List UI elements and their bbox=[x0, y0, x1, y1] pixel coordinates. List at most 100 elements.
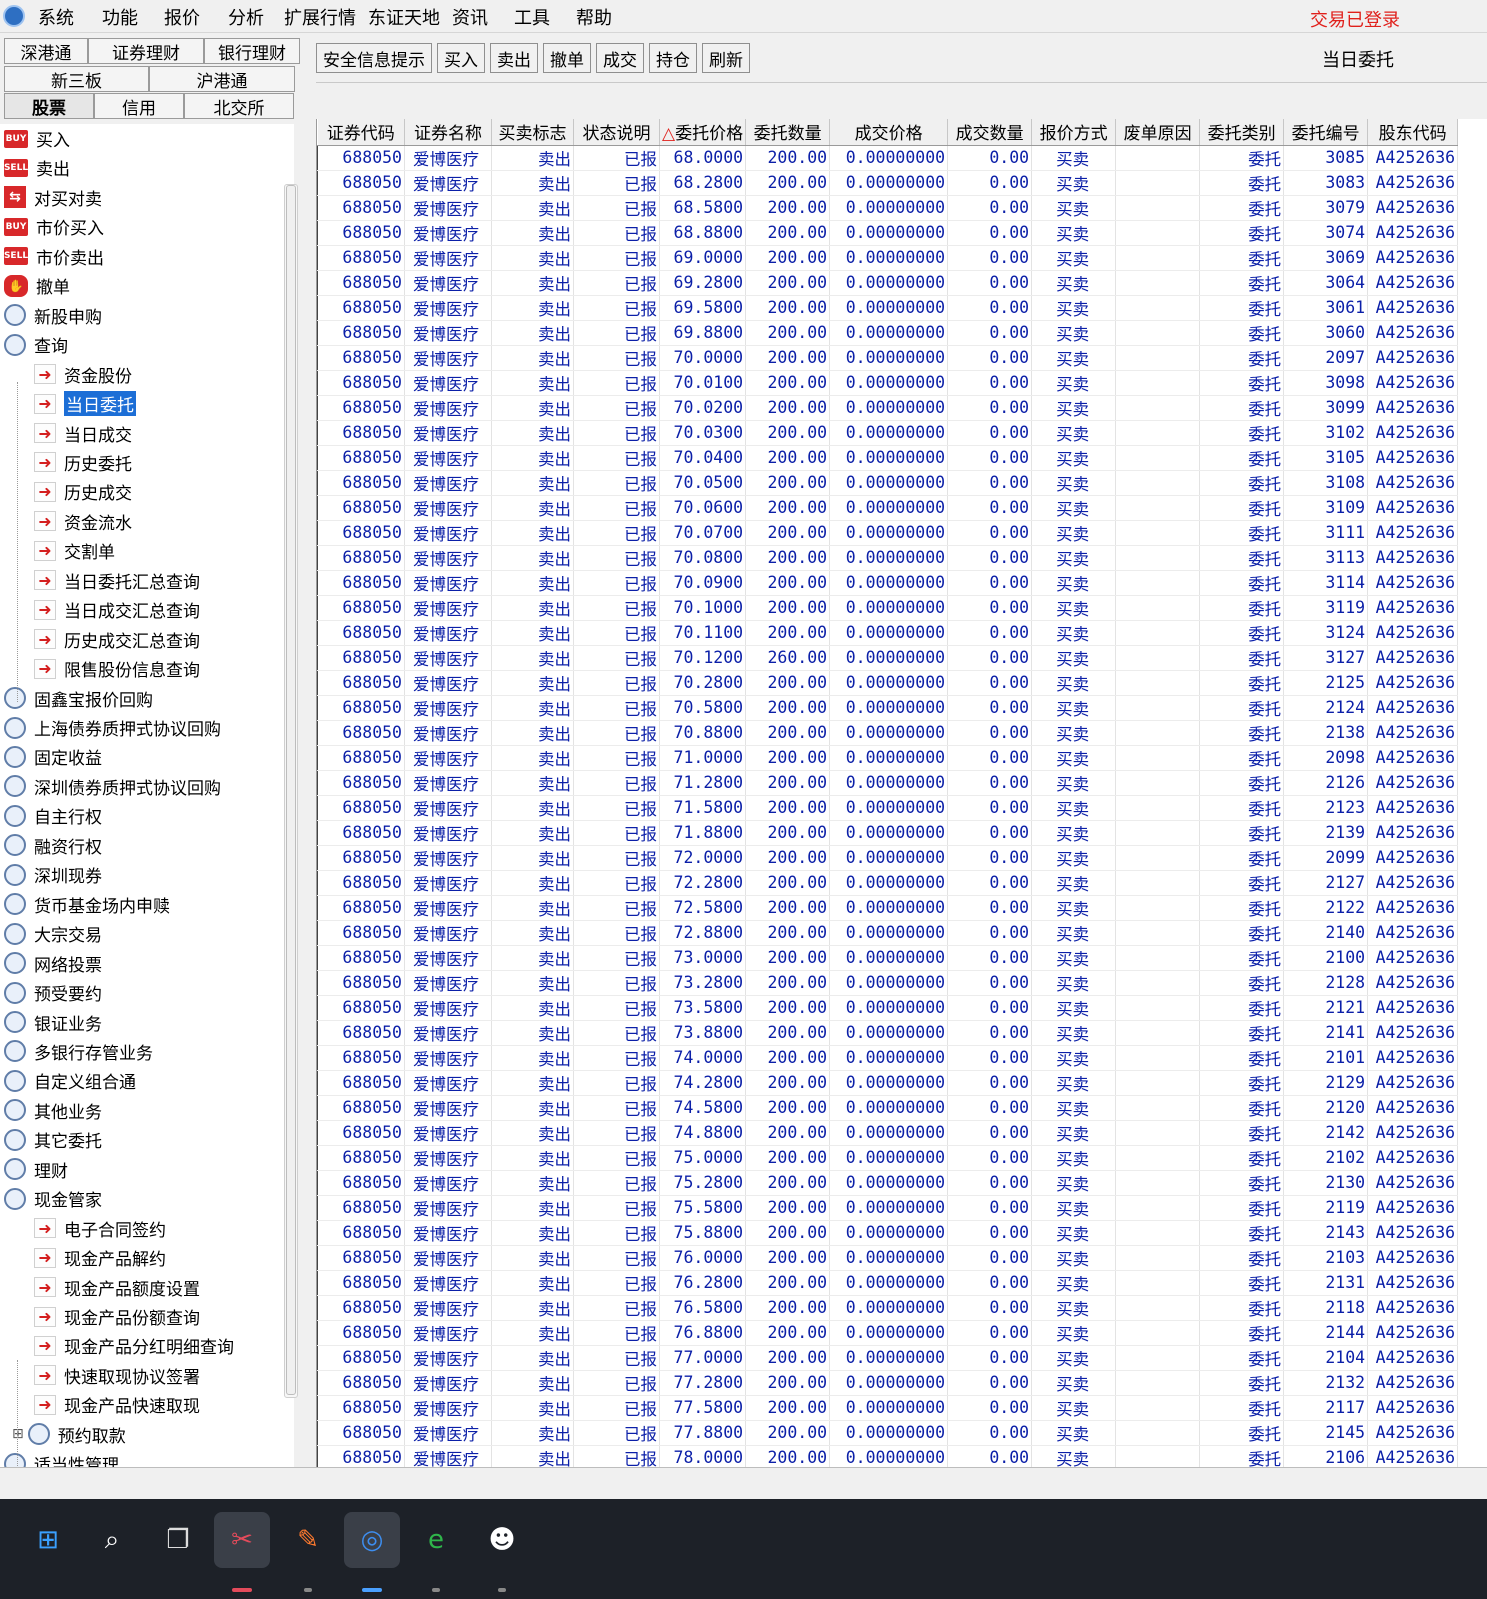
table-row[interactable]: 688050 爱博医疗 卖出 已报 73.8800 200.00 0.00000000 0.0… bbox=[317, 1020, 1459, 1046]
tree-item[interactable]: 上海债券质押式协议回购 bbox=[4, 713, 221, 742]
table-row[interactable]: 688050 爱博医疗 卖出 已报 68.2800 200.00 0.00000000 0.0… bbox=[317, 170, 1459, 196]
tab-row2-1[interactable]: 沪港通 bbox=[149, 66, 295, 92]
column-header[interactable]: 委托类别 bbox=[1199, 119, 1285, 146]
tree-item[interactable]: ➜ 快速取现协议签署 bbox=[34, 1361, 200, 1390]
tree-item[interactable]: ⊞ 预约取款 bbox=[12, 1420, 126, 1449]
table-row[interactable]: 688050 爱博医疗 卖出 已报 70.1200 260.00 0.00000000 0.0… bbox=[317, 645, 1459, 671]
column-header[interactable]: 废单原因 bbox=[1115, 119, 1201, 146]
tree-item[interactable]: ➜ 限售股份信息查询 bbox=[34, 654, 200, 683]
table-row[interactable]: 688050 爱博医疗 卖出 已报 75.2800 200.00 0.00000000 0.0… bbox=[317, 1170, 1459, 1196]
menu-item[interactable]: 扩展行情 bbox=[284, 4, 368, 30]
tree-item[interactable]: 多银行存管业务 bbox=[4, 1037, 153, 1066]
tree-item[interactable]: ➜ 现金产品份额查询 bbox=[34, 1302, 200, 1331]
table-row[interactable]: 688050 爱博医疗 卖出 已报 70.0200 200.00 0.00000000 0.0… bbox=[317, 395, 1459, 421]
tree-item[interactable]: 深圳债券质押式协议回购 bbox=[4, 772, 221, 801]
column-header[interactable]: 委托编号 bbox=[1283, 119, 1369, 146]
table-row[interactable]: 688050 爱博医疗 卖出 已报 70.0500 200.00 0.00000000 0.0… bbox=[317, 470, 1459, 496]
column-header[interactable]: 证券代码 bbox=[317, 119, 405, 146]
toolbar-button[interactable]: 刷新 bbox=[702, 43, 750, 73]
tree-item[interactable]: 其他业务 bbox=[4, 1096, 102, 1125]
tab-row1-2[interactable]: 银行理财 bbox=[204, 38, 300, 64]
tree-item[interactable]: 现金管家 bbox=[4, 1184, 102, 1213]
feather-app-icon[interactable]: ✎ bbox=[280, 1512, 336, 1568]
tree-scrollbar[interactable] bbox=[284, 184, 298, 1398]
tree-item[interactable]: ➜ 当日成交 bbox=[34, 419, 132, 448]
table-row[interactable]: 688050 爱博医疗 卖出 已报 68.8800 200.00 0.00000000 0.0… bbox=[317, 220, 1459, 246]
table-row[interactable]: 688050 爱博医疗 卖出 已报 69.8800 200.00 0.00000000 0.0… bbox=[317, 320, 1459, 346]
tree-item[interactable]: ➜ 历史委托 bbox=[34, 448, 132, 477]
table-row[interactable]: 688050 爱博医疗 卖出 已报 75.0000 200.00 0.00000000 0.0… bbox=[317, 1145, 1459, 1171]
table-row[interactable]: 688050 爱博医疗 卖出 已报 70.0600 200.00 0.00000000 0.0… bbox=[317, 495, 1459, 521]
tree-item[interactable]: ➜ 资金流水 bbox=[34, 507, 132, 536]
table-row[interactable]: 688050 爱博医疗 卖出 已报 70.0800 200.00 0.00000000 0.0… bbox=[317, 545, 1459, 571]
menu-item[interactable]: 功能 bbox=[102, 4, 164, 30]
tree-item[interactable]: SELL 卖出 bbox=[4, 153, 70, 182]
menu-item[interactable]: 资讯 bbox=[452, 4, 514, 30]
table-row[interactable]: 688050 爱博医疗 卖出 已报 70.0900 200.00 0.00000000 0.0… bbox=[317, 570, 1459, 596]
tree-item[interactable]: ➜ 历史成交 bbox=[34, 477, 132, 506]
tree-item[interactable]: ➜ 电子合同签约 bbox=[34, 1214, 166, 1243]
table-row[interactable]: 688050 爱博医疗 卖出 已报 78.0000 200.00 0.00000000 0.0… bbox=[317, 1445, 1459, 1467]
table-row[interactable]: 688050 爱博医疗 卖出 已报 68.0000 200.00 0.00000000 0.0… bbox=[317, 145, 1459, 171]
windows-start-icon[interactable]: ⊞ bbox=[20, 1512, 76, 1568]
tree-item[interactable]: ✋ 撤单 bbox=[4, 271, 70, 300]
tree-item[interactable]: 新股申购 bbox=[4, 301, 102, 330]
table-row[interactable]: 688050 爱博医疗 卖出 已报 71.0000 200.00 0.00000000 0.0… bbox=[317, 745, 1459, 771]
table-row[interactable]: 688050 爱博医疗 卖出 已报 69.0000 200.00 0.00000000 0.0… bbox=[317, 245, 1459, 271]
table-row[interactable]: 688050 爱博医疗 卖出 已报 77.5800 200.00 0.00000000 0.0… bbox=[317, 1395, 1459, 1421]
browser-icon[interactable]: e bbox=[408, 1512, 464, 1568]
tree-item[interactable]: ⇆ 对买对卖 bbox=[4, 183, 102, 212]
tree-item[interactable]: 理财 bbox=[4, 1155, 68, 1184]
tab-row2-0[interactable]: 新三板 bbox=[4, 66, 149, 92]
table-row[interactable]: 688050 爱博医疗 卖出 已报 75.5800 200.00 0.00000000 0.0… bbox=[317, 1195, 1459, 1221]
table-row[interactable]: 688050 爱博医疗 卖出 已报 73.2800 200.00 0.00000000 0.0… bbox=[317, 970, 1459, 996]
column-header[interactable]: 证券名称 bbox=[404, 119, 492, 146]
menu-item[interactable]: 工具 bbox=[514, 4, 576, 30]
table-row[interactable]: 688050 爱博医疗 卖出 已报 70.1100 200.00 0.00000000 0.0… bbox=[317, 620, 1459, 646]
column-header[interactable]: △委托价格 bbox=[659, 119, 747, 146]
tree-item[interactable]: ➜ 现金产品分红明细查询 bbox=[34, 1331, 234, 1360]
table-row[interactable]: 688050 爱博医疗 卖出 已报 76.5800 200.00 0.00000000 0.0… bbox=[317, 1295, 1459, 1321]
table-row[interactable]: 688050 爱博医疗 卖出 已报 73.0000 200.00 0.00000000 0.0… bbox=[317, 945, 1459, 971]
table-row[interactable]: 688050 爱博医疗 卖出 已报 71.5800 200.00 0.00000000 0.0… bbox=[317, 795, 1459, 821]
tree-item[interactable]: 预受要约 bbox=[4, 978, 102, 1007]
tree-item[interactable]: SELL 市价卖出 bbox=[4, 242, 104, 271]
tree-item[interactable]: ➜ 历史成交汇总查询 bbox=[34, 625, 200, 654]
tree-item[interactable]: ➜ 当日成交汇总查询 bbox=[34, 595, 200, 624]
tree-item[interactable]: 网络投票 bbox=[4, 949, 102, 978]
tree-item[interactable]: ➜ 现金产品额度设置 bbox=[34, 1273, 200, 1302]
app-logo-icon[interactable] bbox=[3, 5, 25, 27]
table-row[interactable]: 688050 爱博医疗 卖出 已报 76.2800 200.00 0.00000000 0.0… bbox=[317, 1270, 1459, 1296]
toolbar-button[interactable]: 成交 bbox=[596, 43, 644, 73]
menu-item[interactable]: 东证天地 bbox=[368, 4, 452, 30]
tree-item[interactable]: ➜ 资金股份 bbox=[34, 360, 132, 389]
table-row[interactable]: 688050 爱博医疗 卖出 已报 71.2800 200.00 0.00000000 0.0… bbox=[317, 770, 1459, 796]
tree-item[interactable]: 银证业务 bbox=[4, 1008, 102, 1037]
table-row[interactable]: 688050 爱博医疗 卖出 已报 72.5800 200.00 0.00000000 0.0… bbox=[317, 895, 1459, 921]
table-row[interactable]: 688050 爱博医疗 卖出 已报 70.0700 200.00 0.00000000 0.0… bbox=[317, 520, 1459, 546]
search-icon[interactable]: ⌕ bbox=[84, 1512, 140, 1568]
column-header[interactable]: 状态说明 bbox=[573, 119, 660, 146]
table-row[interactable]: 688050 爱博医疗 卖出 已报 69.5800 200.00 0.00000000 0.0… bbox=[317, 295, 1459, 321]
table-row[interactable]: 688050 爱博医疗 卖出 已报 68.5800 200.00 0.00000000 0.0… bbox=[317, 195, 1459, 221]
tree-item[interactable]: BUY 买入 bbox=[4, 124, 70, 153]
table-row[interactable]: 688050 爱博医疗 卖出 已报 70.1000 200.00 0.00000000 0.0… bbox=[317, 595, 1459, 621]
tree-item[interactable]: 查询 bbox=[4, 330, 68, 359]
column-header[interactable]: 成交数量 bbox=[947, 119, 1033, 146]
column-header[interactable]: 委托数量 bbox=[745, 119, 831, 146]
column-header[interactable]: 股东代码 bbox=[1367, 119, 1459, 146]
column-header[interactable]: 买卖标志 bbox=[491, 119, 574, 146]
table-row[interactable]: 688050 爱博医疗 卖出 已报 73.5800 200.00 0.00000000 0.0… bbox=[317, 995, 1459, 1021]
table-row[interactable]: 688050 爱博医疗 卖出 已报 76.8800 200.00 0.00000000 0.0… bbox=[317, 1320, 1459, 1346]
table-row[interactable]: 688050 爱博医疗 卖出 已报 77.8800 200.00 0.00000000 0.0… bbox=[317, 1420, 1459, 1446]
qq-icon[interactable]: ☻ bbox=[474, 1512, 530, 1568]
table-row[interactable]: 688050 爱博医疗 卖出 已报 70.0000 200.00 0.00000000 0.0… bbox=[317, 345, 1459, 371]
tree-item[interactable]: 大宗交易 bbox=[4, 919, 102, 948]
table-row[interactable]: 688050 爱博医疗 卖出 已报 75.8800 200.00 0.00000000 0.0… bbox=[317, 1220, 1459, 1246]
toolbar-button[interactable]: 买入 bbox=[437, 43, 485, 73]
tab-row1-0[interactable]: 深港通 bbox=[4, 38, 88, 64]
menu-item[interactable]: 帮助 bbox=[576, 4, 640, 30]
toolbar-button[interactable]: 卖出 bbox=[490, 43, 538, 73]
tree-item[interactable]: 其它委托 bbox=[4, 1125, 102, 1154]
tree-item[interactable]: ➜ 现金产品解约 bbox=[34, 1243, 166, 1272]
